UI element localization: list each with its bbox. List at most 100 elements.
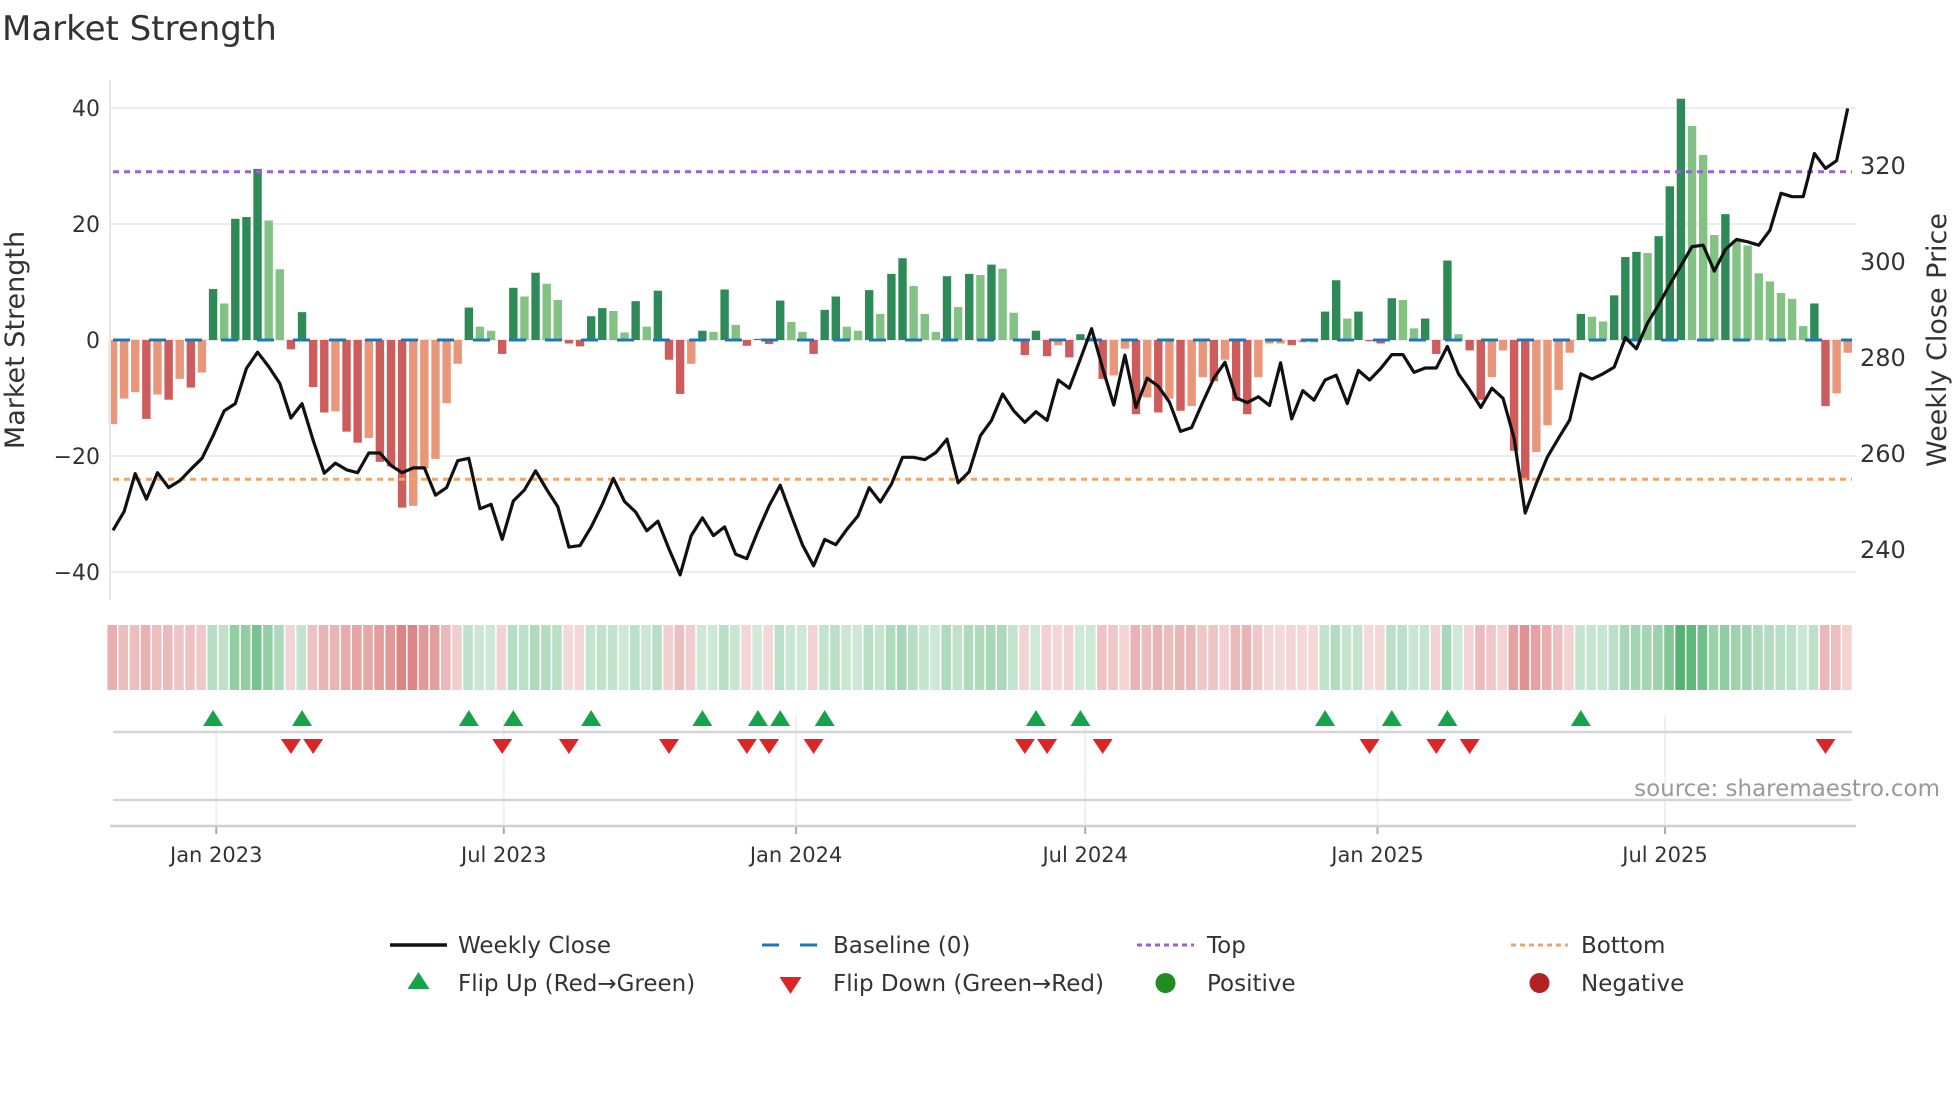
heatmap-cell (318, 625, 329, 690)
flip-up-marker (692, 710, 713, 726)
flip-up-marker (1381, 710, 1402, 726)
strength-bar (1654, 236, 1663, 340)
heatmap-cell (963, 625, 974, 690)
strength-bar (720, 289, 729, 340)
heatmap-cell (741, 625, 751, 690)
strength-bar (453, 340, 462, 364)
heatmap-cell (1252, 625, 1263, 690)
strength-bar (586, 316, 596, 340)
strength-bar (1721, 214, 1730, 340)
heatmap-cell (652, 625, 662, 690)
strength-bar (1754, 273, 1763, 340)
heatmap-cell (1497, 625, 1507, 690)
heatmap-cell (1541, 625, 1552, 690)
flip-up-marker (581, 710, 602, 726)
y2-tick-label: 280 (1860, 344, 1906, 372)
strength-bar (509, 287, 518, 340)
heatmap-cell (1308, 625, 1318, 690)
heatmap-cell (952, 625, 963, 690)
heatmap-cell (385, 625, 395, 690)
heatmap-cell (596, 625, 607, 690)
strength-bar (1598, 321, 1608, 340)
strength-bar (1420, 318, 1430, 340)
heatmap-cell (1163, 625, 1174, 690)
heatmap-cell (1152, 625, 1163, 690)
heatmap-cell (974, 625, 985, 690)
heatmap-cell (1708, 625, 1719, 690)
heatmap-cell (374, 625, 384, 690)
heatmap-cell (1753, 625, 1763, 690)
strength-bar (909, 286, 918, 340)
heatmap-cell (1419, 625, 1430, 690)
strength-bar (1554, 340, 1563, 390)
flip-up-marker (1315, 710, 1336, 726)
strength-bar (1220, 340, 1230, 360)
heatmap-cell (1241, 625, 1252, 690)
y-tick-label: −20 (54, 445, 100, 470)
strength-bar (864, 290, 874, 340)
strength-bar (1443, 260, 1452, 340)
flip-down-marker (492, 739, 513, 754)
strength-bar (364, 340, 373, 439)
strength-bar (131, 340, 140, 393)
strength-bar (253, 168, 262, 340)
axes: 40 20 0 −20 −40 320 300 280 260 240 Jan 2023 Jul 20… (54, 80, 1906, 867)
triangle-down-icon (779, 977, 802, 994)
strength-bar (1821, 340, 1830, 407)
heatmap-cell (852, 625, 863, 690)
heatmap-cell (296, 625, 307, 690)
legend-label: Baseline (0) (833, 933, 970, 959)
heatmap-cell (1363, 625, 1374, 690)
strength-bar (642, 326, 651, 340)
strength-bar (164, 340, 173, 400)
heatmap-cell (140, 625, 151, 690)
heatmap-cell (185, 625, 195, 690)
heatmap-cell (352, 625, 362, 690)
heatmap-cell (630, 625, 640, 690)
flip-down-marker (1092, 739, 1113, 754)
strength-bar (342, 340, 351, 432)
heatmap-cell (1286, 625, 1296, 690)
strength-bar (1254, 340, 1263, 378)
heatmap-cell (1519, 625, 1530, 690)
strength-bar (275, 269, 284, 340)
strength-bar (1187, 340, 1196, 407)
heatmap-cell (1141, 625, 1152, 690)
heatmap-cell (229, 625, 240, 690)
strength-bar (1621, 257, 1630, 340)
strength-bar (498, 340, 507, 354)
strength-bar (887, 273, 896, 340)
strength-bar (1476, 340, 1485, 400)
heatmap-cell (1697, 625, 1708, 690)
strength-heatmap-strip (107, 625, 1852, 690)
strength-bar (687, 340, 696, 364)
heatmap-cell (685, 625, 696, 690)
heatmap-cell (874, 625, 885, 690)
x-tick-label: Jul 2025 (1620, 843, 1707, 867)
flip-down-marker (736, 739, 757, 754)
strength-bar (475, 326, 485, 340)
heatmap-cell (663, 625, 673, 690)
flip-down-marker (280, 739, 301, 754)
heatmap-cell (1619, 625, 1630, 690)
heatmap-cell (1074, 625, 1085, 690)
flip-up-marker (1570, 710, 1591, 726)
strength-bar (931, 331, 941, 340)
heatmap-cell (807, 625, 818, 690)
strength-bar (520, 296, 529, 340)
heatmap-cell (1630, 625, 1641, 690)
heatmap-cell (1786, 625, 1797, 690)
strength-bar (220, 303, 229, 340)
heatmap-cell (730, 625, 740, 690)
strength-bar (464, 307, 474, 340)
strength-bar (920, 313, 929, 340)
strength-bars (108, 98, 1852, 508)
strength-bar (1843, 340, 1852, 353)
heatmap-cell (1030, 625, 1040, 690)
y-tick-label: 0 (86, 329, 100, 354)
flip-down-marker (1014, 739, 1035, 754)
heatmap-cell (930, 625, 940, 690)
strength-bar (631, 301, 640, 340)
flip-down-marker (1037, 739, 1058, 754)
source-note: source: sharemaestro.com (1634, 776, 1940, 802)
